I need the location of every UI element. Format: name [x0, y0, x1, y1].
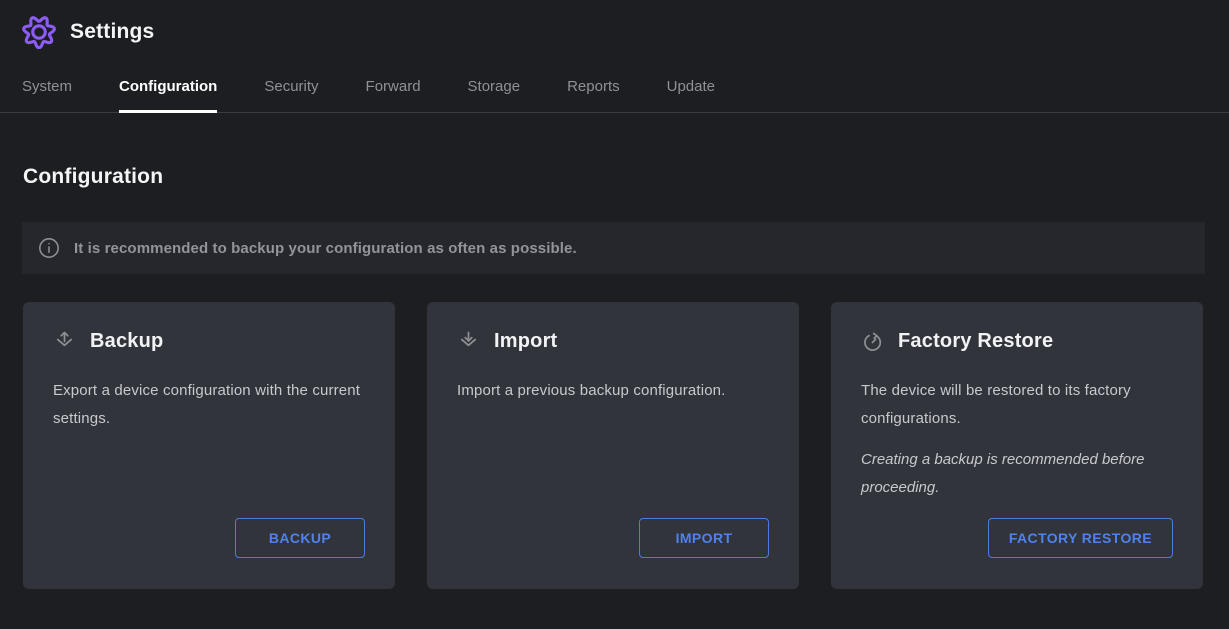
import-card-header: Import	[457, 330, 769, 353]
app-title: Settings	[70, 20, 154, 44]
import-card: Import Import a previous backup configur…	[427, 302, 799, 589]
restore-icon	[861, 330, 884, 353]
settings-tab-bar: System Configuration Security Forward St…	[0, 62, 1229, 113]
tab-reports[interactable]: Reports	[567, 78, 620, 112]
app-header: Settings	[0, 0, 1229, 62]
factory-restore-card: Factory Restore The device will be resto…	[831, 302, 1203, 589]
tab-system[interactable]: System	[22, 78, 72, 112]
import-button[interactable]: IMPORT	[639, 518, 769, 558]
backup-card-title: Backup	[90, 330, 163, 353]
banner-text: It is recommended to backup your configu…	[74, 240, 577, 257]
factory-restore-card-description: The device will be restored to its facto…	[861, 377, 1173, 433]
tab-update[interactable]: Update	[667, 78, 715, 112]
tab-forward[interactable]: Forward	[366, 78, 421, 112]
import-card-title: Import	[494, 330, 557, 353]
download-icon	[457, 330, 480, 353]
backup-card: Backup Export a device configuration wit…	[23, 302, 395, 589]
import-card-description: Import a previous backup configuration.	[457, 377, 769, 405]
factory-restore-button[interactable]: FACTORY RESTORE	[988, 518, 1173, 558]
factory-restore-card-title: Factory Restore	[898, 330, 1053, 353]
tab-configuration[interactable]: Configuration	[119, 78, 217, 112]
backup-recommendation-banner: It is recommended to backup your configu…	[22, 222, 1205, 274]
backup-card-header: Backup	[53, 330, 365, 353]
configuration-cards: Backup Export a device configuration wit…	[23, 302, 1203, 589]
tab-storage[interactable]: Storage	[468, 78, 521, 112]
info-icon	[38, 237, 60, 259]
backup-button[interactable]: BACKUP	[235, 518, 365, 558]
tab-security[interactable]: Security	[264, 78, 318, 112]
factory-restore-card-note: Creating a backup is recommended before …	[861, 446, 1173, 502]
page-title: Configuration	[23, 165, 1205, 189]
backup-card-description: Export a device configuration with the c…	[53, 377, 365, 433]
settings-gear-icon	[22, 15, 56, 49]
factory-restore-card-header: Factory Restore	[861, 330, 1173, 353]
upload-icon	[53, 330, 76, 353]
